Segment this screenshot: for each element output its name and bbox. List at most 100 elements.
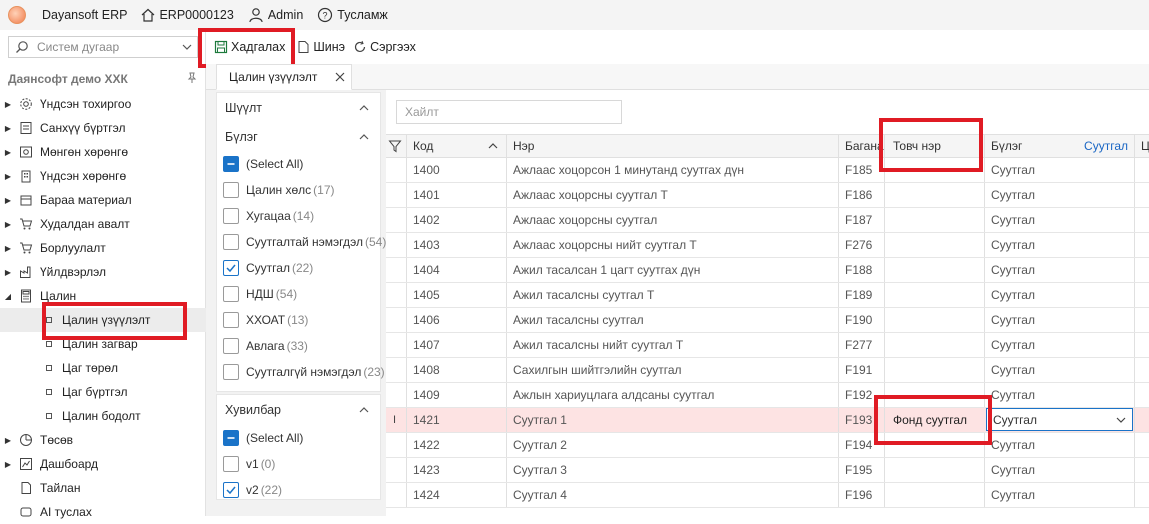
cell-name[interactable]: Ажил тасалсны суутгал	[506, 308, 838, 332]
grid-search-input[interactable]: Хайлт	[396, 100, 622, 124]
cell-short-name[interactable]	[884, 483, 984, 507]
cell-code[interactable]: 1405	[406, 283, 506, 307]
cell-code[interactable]: 1406	[406, 308, 506, 332]
sidebar-item-time-record[interactable]: Цаг бүртгэл	[0, 380, 206, 404]
cell-code[interactable]: 1402	[406, 208, 506, 232]
row-indicator[interactable]	[386, 183, 406, 207]
group-option[interactable]: Цалин хөлс (17)	[217, 177, 380, 203]
cell-name[interactable]: Ажлаас хоцорсон 1 минутанд суутгах дүн	[506, 158, 838, 182]
cell-code[interactable]: 1400	[406, 158, 506, 182]
sidebar-item-cash[interactable]: ▶ Мөнгөн хөрөнгө	[0, 140, 206, 164]
group-option[interactable]: Хугацаа (14)	[217, 203, 380, 229]
erp-code[interactable]: ERP0000123	[141, 8, 234, 22]
group-option[interactable]: НДШ (54)	[217, 281, 380, 307]
cell-group[interactable]: Суутгал	[984, 458, 1134, 482]
sidebar-item-budget[interactable]: ▶ Төсөв	[0, 428, 206, 452]
table-row[interactable]: 1424 Суутгал 4 F196 Суутгал	[386, 483, 1149, 508]
cell-short-name[interactable]	[884, 208, 984, 232]
expand-icon[interactable]: ▶	[0, 268, 16, 277]
sidebar-item-report[interactable]: Тайлан	[0, 476, 206, 500]
cell-column[interactable]: F277	[838, 333, 884, 357]
table-row[interactable]: 1405 Ажил тасалсны суутгал Т F189 Суутгал	[386, 283, 1149, 308]
cell-short-name[interactable]	[884, 433, 984, 457]
sidebar-item-finance[interactable]: ▶ Санхүү бүртгэл	[0, 116, 206, 140]
row-indicator[interactable]: I	[386, 408, 406, 432]
cell-group[interactable]: Суутгал	[984, 358, 1134, 382]
table-row[interactable]: 1401 Ажлаас хоцорсны суутгал Т F186 Суутгал	[386, 183, 1149, 208]
variant-option[interactable]: (Select All)	[217, 425, 380, 451]
cell-extra[interactable]	[1134, 258, 1149, 282]
checkbox[interactable]	[223, 208, 239, 224]
group-option[interactable]: Суутгалтай нэмэгдэл (54)	[217, 229, 386, 255]
cell-short-name[interactable]	[884, 183, 984, 207]
row-indicator[interactable]	[386, 208, 406, 232]
table-row[interactable]: 1400 Ажлаас хоцорсон 1 минутанд суутгах д…	[386, 158, 1149, 183]
cell-name[interactable]: Суутгал 3	[506, 458, 838, 482]
cell-name[interactable]: Ажлаас хоцорсны нийт суутгал Т	[506, 233, 838, 257]
cell-short-name[interactable]	[884, 458, 984, 482]
table-row[interactable]: 1404 Ажил тасалсан 1 цагт суутгах дүн F188…	[386, 258, 1149, 283]
cell-column[interactable]: F195	[838, 458, 884, 482]
column-header-column[interactable]: Багана	[838, 135, 884, 157]
cell-short-name[interactable]	[884, 158, 984, 182]
cell-name[interactable]: Суутгал 1	[506, 408, 838, 432]
cell-group[interactable]: Суутгал	[984, 333, 1134, 357]
cell-name[interactable]: Ажлаас хоцорсны суутгал	[506, 208, 838, 232]
row-indicator[interactable]	[386, 233, 406, 257]
expand-icon[interactable]: ▶	[0, 436, 16, 445]
cell-column[interactable]: F192	[838, 383, 884, 407]
collapse-icon[interactable]: ◢	[0, 292, 16, 301]
variant-option[interactable]: v1 (0)	[217, 451, 380, 477]
row-indicator[interactable]	[386, 383, 406, 407]
group-option[interactable]: Суутгал (22)	[217, 255, 380, 281]
row-indicator[interactable]	[386, 258, 406, 282]
pin-icon[interactable]	[186, 72, 198, 84]
cell-column[interactable]: F196	[838, 483, 884, 507]
cell-group[interactable]: Суутгал	[984, 183, 1134, 207]
save-button[interactable]: Хадгалах	[214, 40, 285, 54]
table-row[interactable]: 1423 Суутгал 3 F195 Суутгал	[386, 458, 1149, 483]
column-header-name[interactable]: Нэр	[506, 135, 838, 157]
row-indicator[interactable]	[386, 358, 406, 382]
cell-column[interactable]: F185	[838, 158, 884, 182]
cell-name[interactable]: Ажлаас хоцорсны суутгал Т	[506, 183, 838, 207]
table-row[interactable]: 1409 Ажлын хариуцлага алдсаны суутгал F192…	[386, 383, 1149, 408]
checkbox[interactable]	[223, 260, 239, 276]
chevron-up-icon[interactable]	[358, 404, 370, 416]
sidebar-item-time-type[interactable]: Цаг төрөл	[0, 356, 206, 380]
table-row[interactable]: 1402 Ажлаас хоцорсны суутгал F187 Суутгал	[386, 208, 1149, 233]
cell-code[interactable]: 1409	[406, 383, 506, 407]
cell-short-name[interactable]	[884, 283, 984, 307]
cell-extra[interactable]	[1134, 208, 1149, 232]
expand-icon[interactable]: ▶	[0, 244, 16, 253]
checkbox[interactable]	[223, 430, 239, 446]
cell-name[interactable]: Сахилгын шийтгэлийн суутгал	[506, 358, 838, 382]
sidebar-item-payroll-calc[interactable]: Цалин бодолт	[0, 404, 206, 428]
row-indicator[interactable]	[386, 308, 406, 332]
cell-name[interactable]: Суутгал 2	[506, 433, 838, 457]
cell-short-name[interactable]	[884, 358, 984, 382]
sidebar-item-fixed-assets[interactable]: ▶ Үндсэн хөрөнгө	[0, 164, 206, 188]
checkbox[interactable]	[223, 156, 239, 172]
cell-code[interactable]: 1408	[406, 358, 506, 382]
checkbox[interactable]	[223, 364, 239, 380]
cell-name[interactable]: Ажил тасалсны нийт суутгал Т	[506, 333, 838, 357]
cell-column[interactable]: F189	[838, 283, 884, 307]
cell-group[interactable]: Суутгал	[984, 433, 1134, 457]
checkbox[interactable]	[223, 338, 239, 354]
help-button[interactable]: ? Тусламж	[317, 7, 388, 23]
sidebar-item-ai-assistant[interactable]: AI туслах	[0, 500, 206, 524]
cell-column[interactable]: F190	[838, 308, 884, 332]
row-indicator[interactable]	[386, 483, 406, 507]
sidebar-item-settings[interactable]: ▶ Үндсэн тохиргоо	[0, 92, 206, 116]
refresh-button[interactable]: Сэргээх	[353, 40, 416, 54]
cell-extra[interactable]	[1134, 383, 1149, 407]
expand-icon[interactable]: ▶	[0, 100, 16, 109]
column-header-code[interactable]: Код	[406, 135, 506, 157]
cell-extra[interactable]	[1134, 333, 1149, 357]
table-row[interactable]: 1407 Ажил тасалсны нийт суутгал Т F277 Суут…	[386, 333, 1149, 358]
sort-ascending-icon[interactable]	[488, 141, 498, 151]
cell-group[interactable]: Суутгал	[984, 233, 1134, 257]
chevron-up-icon[interactable]	[358, 131, 370, 143]
cell-column[interactable]: F186	[838, 183, 884, 207]
